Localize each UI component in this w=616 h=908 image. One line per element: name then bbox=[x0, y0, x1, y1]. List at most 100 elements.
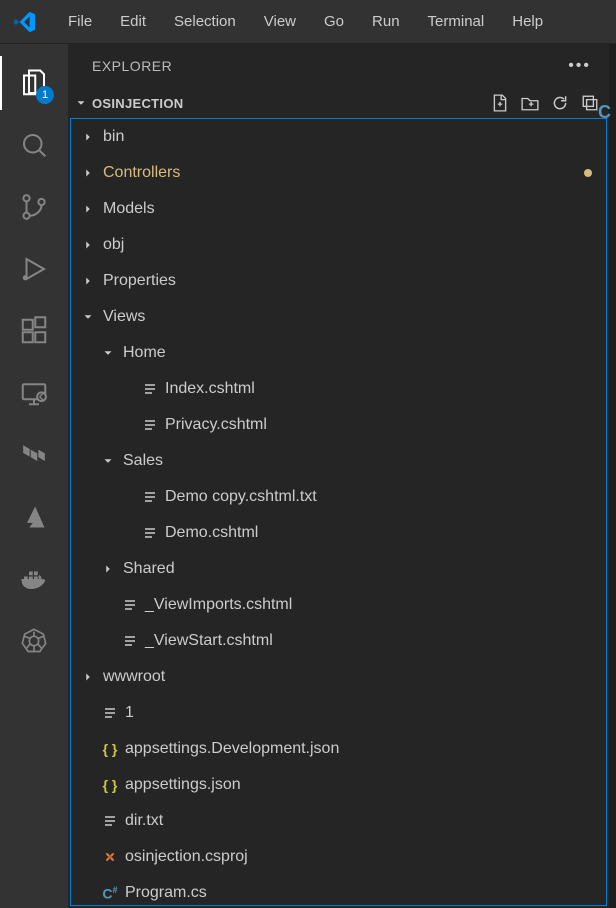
tree-item-label: appsettings.Development.json bbox=[121, 740, 339, 758]
tree-item-label: osinjection.csproj bbox=[121, 848, 248, 866]
csharp-file-icon: C# bbox=[99, 885, 121, 902]
tree-item-label: Controllers bbox=[99, 164, 180, 182]
file-1[interactable]: 1 bbox=[71, 695, 606, 731]
folder-models[interactable]: Models bbox=[71, 191, 606, 227]
folder-bin[interactable]: bin bbox=[71, 119, 606, 155]
text-file-icon bbox=[139, 381, 161, 397]
chevron-right-icon bbox=[101, 562, 119, 576]
tree-item-label: Properties bbox=[99, 272, 176, 290]
refresh-icon[interactable] bbox=[551, 94, 569, 112]
folder-views[interactable]: Views bbox=[71, 299, 606, 335]
file-index-cshtml[interactable]: Index.cshtml bbox=[71, 371, 606, 407]
tree-item-label: Home bbox=[119, 344, 166, 362]
activity-terraform[interactable] bbox=[0, 424, 68, 486]
tree-item-label: obj bbox=[99, 236, 124, 254]
file-program-cs[interactable]: C#Program.cs bbox=[71, 875, 606, 906]
activity-run-debug[interactable] bbox=[0, 238, 68, 300]
xml-file-icon bbox=[99, 849, 121, 865]
tree-item-label: dir.txt bbox=[121, 812, 163, 830]
text-file-icon bbox=[119, 633, 141, 649]
tree-item-label: wwwroot bbox=[99, 668, 165, 686]
chevron-right-icon bbox=[81, 670, 99, 684]
json-file-icon: { } bbox=[99, 777, 121, 793]
new-folder-icon[interactable] bbox=[521, 94, 539, 112]
explorer-title-bar: EXPLORER ••• bbox=[68, 44, 609, 88]
explorer-badge: 1 bbox=[36, 86, 54, 104]
chevron-right-icon bbox=[81, 238, 99, 252]
new-file-icon[interactable] bbox=[491, 94, 509, 112]
explorer-section-header[interactable]: OSINJECTION bbox=[68, 88, 609, 118]
menu-selection[interactable]: Selection bbox=[160, 13, 250, 30]
activity-bar: 1 bbox=[0, 44, 68, 908]
collapse-all-icon[interactable] bbox=[581, 94, 599, 112]
file-dir-txt[interactable]: dir.txt bbox=[71, 803, 606, 839]
tree-item-label: Views bbox=[99, 308, 145, 326]
tree-item-label: appsettings.json bbox=[121, 776, 241, 794]
vscode-icon bbox=[14, 11, 36, 33]
activity-search[interactable] bbox=[0, 114, 68, 176]
explorer-more-icon[interactable]: ••• bbox=[568, 57, 591, 75]
file-appsettings-development-json[interactable]: { }appsettings.Development.json bbox=[71, 731, 606, 767]
activity-docker[interactable] bbox=[0, 548, 68, 610]
menu-file[interactable]: File bbox=[54, 13, 106, 30]
menu-help[interactable]: Help bbox=[498, 13, 557, 30]
chevron-down-icon bbox=[81, 310, 99, 324]
activity-remote[interactable] bbox=[0, 362, 68, 424]
chevron-down-icon bbox=[101, 346, 119, 360]
json-file-icon: { } bbox=[99, 741, 121, 757]
tree-item-label: Models bbox=[99, 200, 155, 218]
text-file-icon bbox=[99, 705, 121, 721]
file-osinjection-csproj[interactable]: osinjection.csproj bbox=[71, 839, 606, 875]
file-privacy-cshtml[interactable]: Privacy.cshtml bbox=[71, 407, 606, 443]
menu-edit[interactable]: Edit bbox=[106, 13, 160, 30]
chevron-right-icon bbox=[81, 274, 99, 288]
tree-item-label: _ViewStart.cshtml bbox=[141, 632, 273, 650]
modified-dot-icon bbox=[584, 169, 592, 177]
tree-item-label: _ViewImports.cshtml bbox=[141, 596, 292, 614]
explorer-sidebar: EXPLORER ••• OSINJECTION bin Controllers M… bbox=[68, 44, 610, 908]
file-demo-copy-cshtml-txt[interactable]: Demo copy.cshtml.txt bbox=[71, 479, 606, 515]
file--viewimports-cshtml[interactable]: _ViewImports.cshtml bbox=[71, 587, 606, 623]
editor-tab-cs-icon: C bbox=[598, 102, 611, 123]
tree-item-label: Sales bbox=[119, 452, 163, 470]
file-tree: bin Controllers Models obj Properties Views Ho… bbox=[70, 118, 607, 906]
tree-item-label: bin bbox=[99, 128, 124, 146]
editor-area bbox=[610, 44, 616, 908]
chevron-down-icon bbox=[101, 454, 119, 468]
explorer-section-actions bbox=[491, 94, 599, 112]
explorer-title: EXPLORER bbox=[92, 58, 172, 74]
explorer-section-name: OSINJECTION bbox=[92, 96, 183, 111]
chevron-right-icon bbox=[81, 130, 99, 144]
file--viewstart-cshtml[interactable]: _ViewStart.cshtml bbox=[71, 623, 606, 659]
tree-item-label: Index.cshtml bbox=[161, 380, 255, 398]
folder-properties[interactable]: Properties bbox=[71, 263, 606, 299]
menu-run[interactable]: Run bbox=[358, 13, 414, 30]
menu-go[interactable]: Go bbox=[310, 13, 358, 30]
activity-source-control[interactable] bbox=[0, 176, 68, 238]
tree-item-label: Privacy.cshtml bbox=[161, 416, 267, 434]
chevron-down-icon bbox=[74, 96, 92, 110]
text-file-icon bbox=[139, 417, 161, 433]
folder-wwwroot[interactable]: wwwroot bbox=[71, 659, 606, 695]
menu-view[interactable]: View bbox=[250, 13, 310, 30]
chevron-right-icon bbox=[81, 166, 99, 180]
folder-obj[interactable]: obj bbox=[71, 227, 606, 263]
tree-item-label: Shared bbox=[119, 560, 175, 578]
folder-sales[interactable]: Sales bbox=[71, 443, 606, 479]
menu-terminal[interactable]: Terminal bbox=[414, 13, 499, 30]
text-file-icon bbox=[139, 525, 161, 541]
file-demo-cshtml[interactable]: Demo.cshtml bbox=[71, 515, 606, 551]
activity-kubernetes[interactable] bbox=[0, 610, 68, 672]
folder-home[interactable]: Home bbox=[71, 335, 606, 371]
file-appsettings-json[interactable]: { }appsettings.json bbox=[71, 767, 606, 803]
activity-explorer[interactable]: 1 bbox=[0, 52, 68, 114]
folder-shared[interactable]: Shared bbox=[71, 551, 606, 587]
tree-item-label: 1 bbox=[121, 704, 134, 722]
folder-controllers[interactable]: Controllers bbox=[71, 155, 606, 191]
tree-item-label: Demo copy.cshtml.txt bbox=[161, 488, 317, 506]
menu-bar: File Edit Selection View Go Run Terminal… bbox=[0, 0, 616, 44]
text-file-icon bbox=[99, 813, 121, 829]
activity-extensions[interactable] bbox=[0, 300, 68, 362]
tree-item-label: Demo.cshtml bbox=[161, 524, 258, 542]
activity-azure[interactable] bbox=[0, 486, 68, 548]
